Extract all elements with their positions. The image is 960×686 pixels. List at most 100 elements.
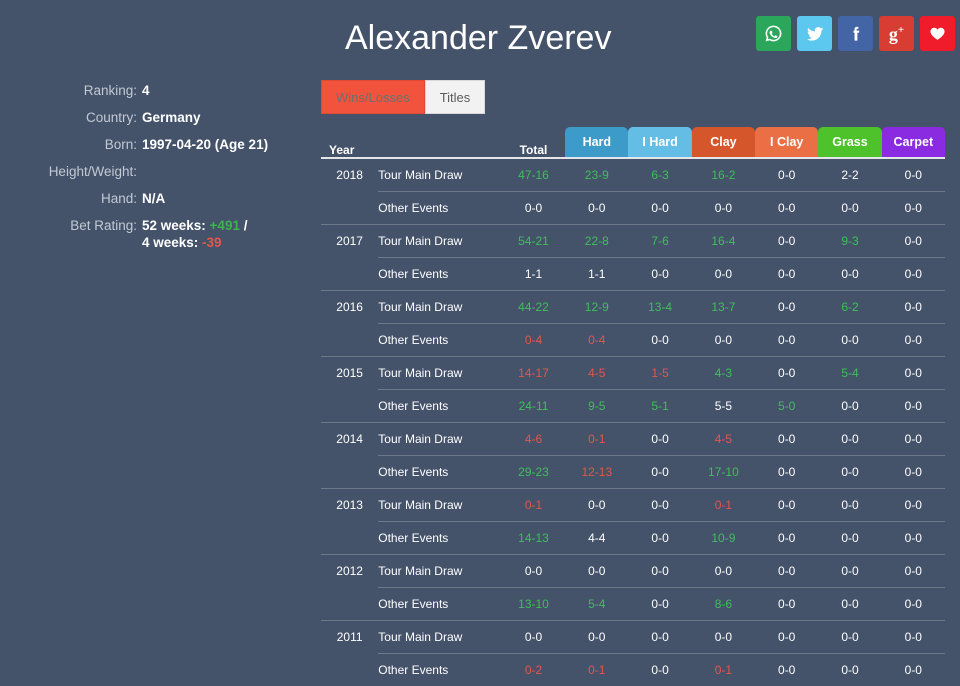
column-header-indoor-hard[interactable]: I Hard [628,121,691,157]
cell-indoor-hard: 0-0 [628,456,691,489]
cell-hard: 9-5 [565,390,628,423]
cell-clay: 0-0 [692,192,755,225]
cell-row-type: Other Events [378,258,502,291]
cell-hard: 0-1 [565,654,628,686]
cell-carpet: 0-0 [882,654,945,686]
table-row: 2016Tour Main Draw44-2212-913-413-70-06-… [321,291,945,324]
cell-clay: 8-6 [692,588,755,621]
cell-grass: 5-4 [818,357,881,390]
cell-indoor-clay: 0-0 [755,456,818,489]
column-header-indoor-clay[interactable]: I Clay [755,121,818,157]
cell-grass: 0-0 [818,522,881,555]
twitter-icon [805,24,825,44]
bet-rating-4-weeks: 4 weeks: -39 [142,234,300,251]
cell-year: 2015 [321,357,378,390]
info-row-height-weight: Height/Weight: [0,163,300,180]
cell-year: 2018 [321,159,378,192]
column-header-hard-pill: Hard [565,127,628,157]
cell-indoor-hard: 0-0 [628,522,691,555]
cell-year [321,192,378,225]
info-row-country: Country: Germany [0,109,300,126]
google-plus-share-button[interactable]: g+ [879,16,914,51]
column-header-hard[interactable]: Hard [565,121,628,157]
table-row: Other Events0-40-40-00-00-00-00-0 [321,324,945,357]
table-row: 2014Tour Main Draw4-60-10-04-50-00-00-0 [321,423,945,456]
cell-hard: 0-4 [565,324,628,357]
table-row: Other Events29-2312-130-017-100-00-00-0 [321,456,945,489]
cell-row-type: Tour Main Draw [378,291,502,324]
cell-year [321,588,378,621]
cell-year: 2014 [321,423,378,456]
info-row-hand: Hand: N/A [0,190,300,207]
info-value-country: Germany [142,109,300,126]
cell-indoor-hard: 0-0 [628,192,691,225]
cell-grass: 0-0 [818,489,881,522]
cell-clay: 16-4 [692,225,755,258]
cell-total: 0-2 [502,654,565,686]
column-header-carpet-pill: Carpet [882,127,945,157]
cell-indoor-hard: 13-4 [628,291,691,324]
cell-carpet: 0-0 [882,192,945,225]
column-header-grass[interactable]: Grass [818,121,881,157]
cell-total: 1-1 [502,258,565,291]
column-header-indoor-clay-pill: I Clay [755,127,818,157]
info-value-bet-rating: 52 weeks: +491 / 4 weeks: -39 [142,217,300,251]
facebook-icon [846,24,865,43]
table-header-underline [321,157,945,159]
table-row: 2013Tour Main Draw0-10-00-00-10-00-00-0 [321,489,945,522]
cell-indoor-hard: 0-0 [628,324,691,357]
cell-indoor-clay: 0-0 [755,621,818,654]
cell-total: 54-21 [502,225,565,258]
info-label-born: Born: [0,136,142,153]
wins-losses-table-container: Year Total Hard I Hard Clay I Clay Grass… [321,121,945,686]
cell-year: 2017 [321,225,378,258]
cell-hard: 0-0 [565,192,628,225]
cell-year [321,390,378,423]
cell-clay: 0-1 [692,489,755,522]
table-row: Other Events0-00-00-00-00-00-00-0 [321,192,945,225]
bet-rating-52-weeks-value: +491 [210,218,240,233]
cell-indoor-hard: 7-6 [628,225,691,258]
facebook-share-button[interactable] [838,16,873,51]
cell-carpet: 0-0 [882,621,945,654]
cell-clay: 16-2 [692,159,755,192]
cell-grass: 6-2 [818,291,881,324]
cell-row-type: Other Events [378,390,502,423]
tab-titles[interactable]: Titles [425,80,486,114]
column-header-total[interactable]: Total [502,121,565,157]
cell-carpet: 0-0 [882,324,945,357]
cell-grass: 0-0 [818,621,881,654]
table-row: 2012Tour Main Draw0-00-00-00-00-00-00-0 [321,555,945,588]
bet-rating-separator: / [240,218,248,233]
cell-year: 2011 [321,621,378,654]
column-header-year[interactable]: Year [321,121,378,157]
tab-wins-losses[interactable]: Wins/Losses [321,80,425,114]
cell-clay: 4-3 [692,357,755,390]
info-label-bet-rating: Bet Rating: [0,217,142,251]
cell-clay: 0-1 [692,654,755,686]
cell-hard: 1-1 [565,258,628,291]
info-label-height-weight: Height/Weight: [0,163,142,180]
column-header-clay[interactable]: Clay [692,121,755,157]
favorite-button[interactable] [920,16,955,51]
cell-year [321,522,378,555]
wins-losses-table: Year Total Hard I Hard Clay I Clay Grass… [321,121,945,686]
bet-rating-4-weeks-label: 4 weeks: [142,235,202,250]
cell-year [321,654,378,686]
column-header-carpet[interactable]: Carpet [882,121,945,157]
cell-row-type: Tour Main Draw [378,621,502,654]
cell-grass: 0-0 [818,192,881,225]
cell-hard: 0-1 [565,423,628,456]
player-info-panel: Ranking: 4 Country: Germany Born: 1997-0… [0,82,300,261]
cell-hard: 12-13 [565,456,628,489]
bet-rating-52-weeks: 52 weeks: +491 / [142,217,300,234]
stats-tabs: Wins/Losses Titles [321,80,485,114]
cell-total: 13-10 [502,588,565,621]
cell-total: 0-1 [502,489,565,522]
cell-indoor-clay: 0-0 [755,258,818,291]
whatsapp-share-button[interactable] [756,16,791,51]
twitter-share-button[interactable] [797,16,832,51]
info-row-bet-rating: Bet Rating: 52 weeks: +491 / 4 weeks: -3… [0,217,300,251]
player-profile-page: g+ Alexander Zverev Ranking: 4 Country: … [0,0,960,676]
cell-indoor-clay: 0-0 [755,225,818,258]
